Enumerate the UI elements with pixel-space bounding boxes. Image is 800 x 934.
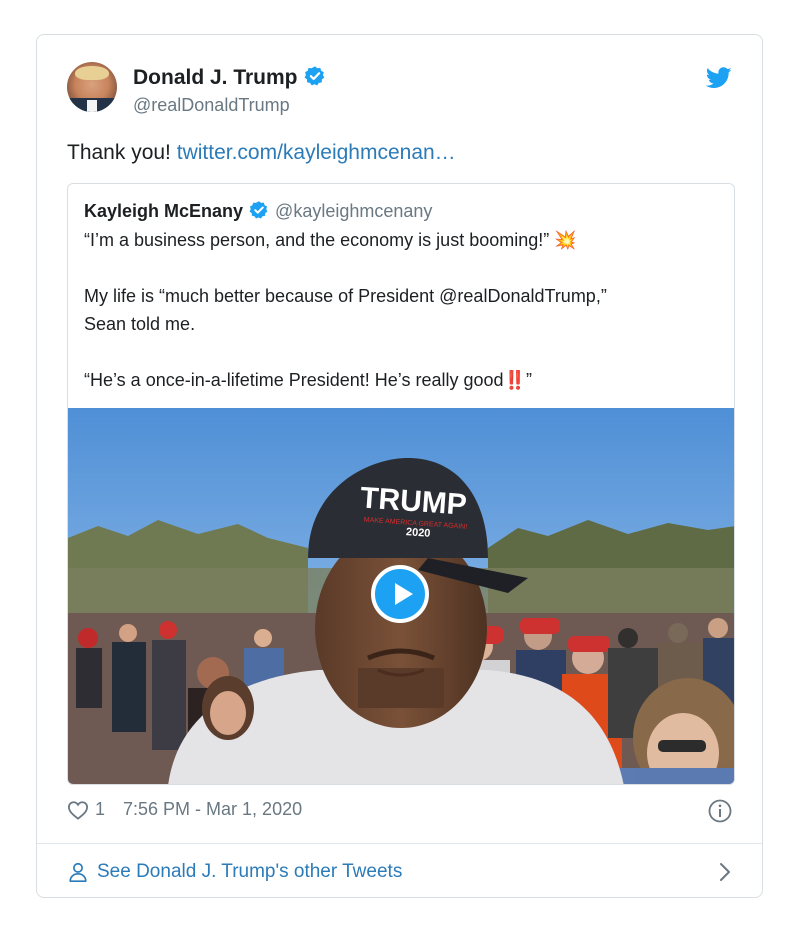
see-other-tweets-label[interactable]: See Donald J. Trump's other Tweets	[97, 861, 402, 883]
tweet-body: Thank you!	[67, 141, 177, 164]
quoted-tweet[interactable]: Kayleigh McEnany @kayleighmcenany “I’m a…	[67, 183, 735, 785]
double-exclamation-emoji: ‼️	[503, 370, 526, 390]
quoted-text-line-1: “I’m a business person, and the economy …	[84, 230, 577, 250]
video-thumbnail[interactable]: TRUMP MAKE AMERICA GREAT AGAIN! 2020	[68, 408, 734, 784]
see-other-tweets-link[interactable]: See Donald J. Trump's other Tweets	[67, 857, 732, 887]
heart-icon[interactable]	[67, 800, 89, 820]
person-icon	[69, 862, 87, 882]
quoted-text-line-3: Sean told me.	[84, 314, 196, 334]
verified-badge-icon	[304, 66, 324, 86]
embedded-tweet-card: Donald J. Trump @realDonaldTrump Thank y…	[36, 34, 763, 898]
chevron-right-icon[interactable]	[718, 861, 732, 883]
hat-year: 2020	[406, 526, 431, 540]
tweet-meta: 1 7:56 PM - Mar 1, 2020	[67, 799, 302, 820]
tweet-link[interactable]: twitter.com/kayleighmcenan…	[177, 141, 456, 164]
author-name[interactable]: Donald J. Trump	[133, 66, 298, 89]
quoted-author-handle[interactable]: @kayleighmcenany	[275, 201, 432, 221]
verified-badge-icon	[249, 201, 268, 219]
author-handle[interactable]: @realDonaldTrump	[133, 95, 290, 116]
play-button[interactable]	[371, 565, 429, 623]
footer-divider	[37, 843, 762, 844]
author-name-row[interactable]: Donald J. Trump	[133, 65, 326, 90]
play-icon	[395, 583, 413, 605]
timestamp[interactable]: 7:56 PM - Mar 1, 2020	[123, 799, 302, 820]
quoted-author-name[interactable]: Kayleigh McEnany	[84, 201, 243, 221]
like-count[interactable]: 1	[95, 799, 105, 820]
info-icon[interactable]	[708, 799, 732, 823]
collision-emoji: 💥	[554, 230, 577, 250]
quoted-text-line-2: My life is “much better because of Presi…	[84, 286, 607, 306]
quoted-text-line-4: “He’s a once-in-a-lifetime President! He…	[84, 370, 532, 390]
twitter-bird-icon[interactable]	[706, 67, 732, 89]
tweet-text: Thank you! twitter.com/kayleighmcenan…	[67, 141, 456, 165]
author-avatar[interactable]	[67, 62, 117, 112]
quoted-tweet-header[interactable]: Kayleigh McEnany @kayleighmcenany	[84, 200, 432, 222]
